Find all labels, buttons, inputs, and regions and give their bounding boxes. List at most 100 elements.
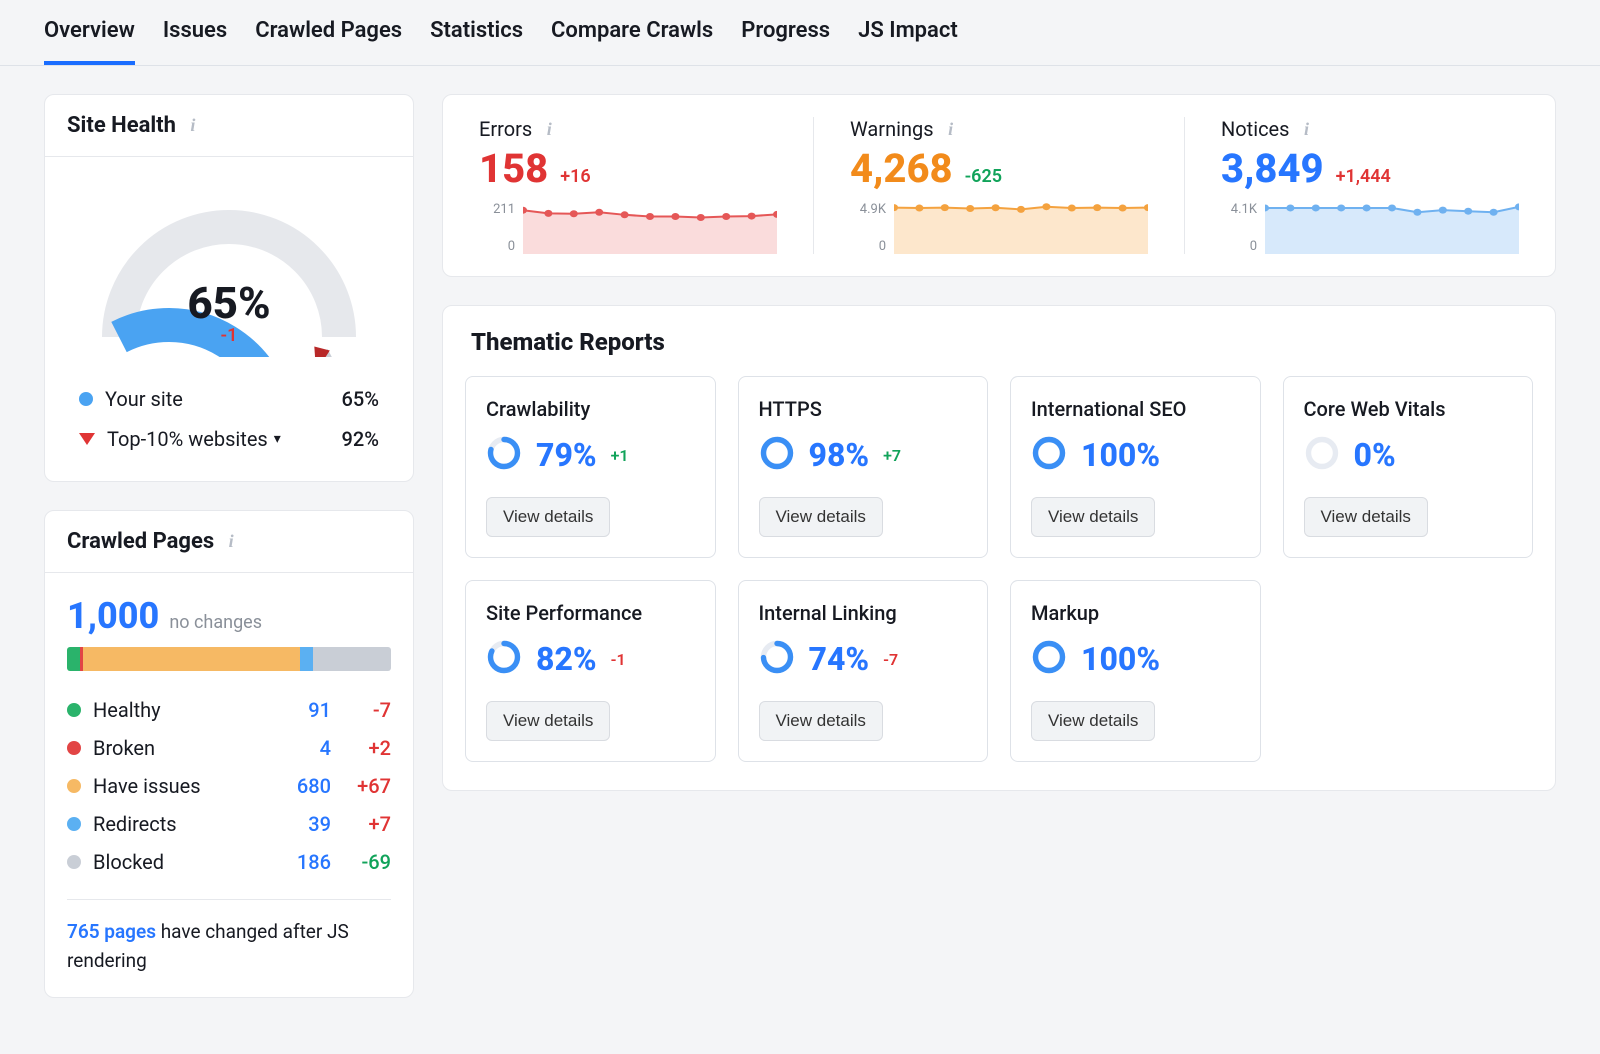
report-pct: 98% xyxy=(809,436,870,474)
info-icon[interactable]: i xyxy=(222,533,240,551)
sparkline: 2110 xyxy=(479,202,777,254)
view-details-button[interactable]: View details xyxy=(1031,701,1155,741)
report-pct: 74% xyxy=(809,640,870,678)
donut-icon xyxy=(1031,639,1067,679)
dot-icon xyxy=(67,703,81,717)
dot-icon xyxy=(79,392,93,406)
site-health-card: Site Health i 65% -1 xyxy=(44,94,414,482)
info-icon[interactable]: i xyxy=(1297,120,1315,138)
summary-delta: +1,444 xyxy=(1336,166,1391,187)
bar-segment-blocked[interactable] xyxy=(313,647,391,671)
report-title: Site Performance xyxy=(486,601,695,625)
bar-segment-healthy[interactable] xyxy=(67,647,80,671)
tab-compare-crawls[interactable]: Compare Crawls xyxy=(551,18,713,65)
legend-value: 92% xyxy=(342,427,379,451)
sparkline: 4.1K0 xyxy=(1221,202,1519,254)
summary-notices[interactable]: Notices i 3,849 +1,444 4.1K0 xyxy=(1185,117,1555,254)
bar-segment-have_issues[interactable] xyxy=(83,647,300,671)
info-icon[interactable]: i xyxy=(942,120,960,138)
crawled-row-blocked[interactable]: Blocked 186 -69 xyxy=(67,843,391,881)
site-health-title: Site Health xyxy=(67,113,176,138)
tab-progress[interactable]: Progress xyxy=(741,18,830,65)
crawled-count[interactable]: 1,000 xyxy=(67,595,159,637)
sparkline: 4.9K0 xyxy=(850,202,1148,254)
crawled-distribution-bar[interactable] xyxy=(67,647,391,671)
divider xyxy=(67,899,391,900)
thematic-title: Thematic Reports xyxy=(443,306,1555,368)
tab-statistics[interactable]: Statistics xyxy=(430,18,523,65)
summary-title: Errors i xyxy=(479,117,777,141)
summary-delta: +16 xyxy=(560,166,590,187)
dot-icon xyxy=(67,779,81,793)
row-label: Broken xyxy=(93,736,271,760)
crawled-subtitle: no changes xyxy=(169,612,262,633)
view-details-button[interactable]: View details xyxy=(759,701,883,741)
view-details-button[interactable]: View details xyxy=(1304,497,1428,537)
tab-js-impact[interactable]: JS Impact xyxy=(858,18,958,65)
bar-segment-redirects[interactable] xyxy=(300,647,313,671)
legend-label: Your site xyxy=(105,387,183,411)
donut-icon xyxy=(486,435,522,475)
view-details-button[interactable]: View details xyxy=(486,701,610,741)
js-rendering-note[interactable]: 765 pages have changed after JS renderin… xyxy=(67,918,391,975)
crawled-pages-card: Crawled Pages i 1,000 no changes Healthy… xyxy=(44,510,414,998)
donut-icon xyxy=(759,435,795,475)
report-title: HTTPS xyxy=(759,397,968,421)
view-details-button[interactable]: View details xyxy=(759,497,883,537)
crawled-row-redirects[interactable]: Redirects 39 +7 xyxy=(67,805,391,843)
dot-icon xyxy=(67,855,81,869)
row-label: Redirects xyxy=(93,812,271,836)
report-title: International SEO xyxy=(1031,397,1240,421)
summary-value: 3,849 xyxy=(1221,145,1324,192)
crawled-row-broken[interactable]: Broken 4 +2 xyxy=(67,729,391,767)
donut-icon xyxy=(759,639,795,679)
report-title: Internal Linking xyxy=(759,601,968,625)
summary-value: 158 xyxy=(479,145,548,192)
donut-icon xyxy=(486,639,522,679)
js-note-count: 765 pages xyxy=(67,920,156,943)
report-delta: -7 xyxy=(883,650,898,669)
report-delta: +7 xyxy=(883,446,901,465)
view-details-button[interactable]: View details xyxy=(1031,497,1155,537)
site-health-delta: -1 xyxy=(89,325,369,346)
summary-card: Errors i 158 +16 2110 Warnings i 4,268 -… xyxy=(442,94,1556,277)
row-delta: -69 xyxy=(331,850,391,874)
report-pct: 100% xyxy=(1081,436,1160,474)
report-pct: 79% xyxy=(536,436,597,474)
summary-errors[interactable]: Errors i 158 +16 2110 xyxy=(443,117,814,254)
tab-overview[interactable]: Overview xyxy=(44,18,135,65)
legend-label: Top-10% websites xyxy=(107,427,268,451)
report-title: Crawlability xyxy=(486,397,695,421)
summary-value: 4,268 xyxy=(850,145,953,192)
info-icon[interactable]: i xyxy=(184,117,202,135)
report-international-seo: International SEO 100% View details xyxy=(1010,376,1261,558)
row-delta: +2 xyxy=(331,736,391,760)
summary-warnings[interactable]: Warnings i 4,268 -625 4.9K0 xyxy=(814,117,1185,254)
row-delta: +7 xyxy=(331,812,391,836)
crawled-row-healthy[interactable]: Healthy 91 -7 xyxy=(67,691,391,729)
report-title: Markup xyxy=(1031,601,1240,625)
report-delta: +1 xyxy=(611,446,629,465)
legend-top10[interactable]: Top-10% websites ▾ 92% xyxy=(79,419,379,459)
row-value: 680 xyxy=(271,774,331,798)
row-value: 91 xyxy=(271,698,331,722)
thematic-reports-card: Thematic Reports Crawlability 79% +1 Vie… xyxy=(442,305,1556,791)
view-details-button[interactable]: View details xyxy=(486,497,610,537)
summary-title: Warnings i xyxy=(850,117,1148,141)
report-delta: -1 xyxy=(611,650,626,669)
crawled-pages-header: Crawled Pages i xyxy=(45,511,413,573)
row-label: Healthy xyxy=(93,698,271,722)
row-value: 39 xyxy=(271,812,331,836)
report-pct: 0% xyxy=(1354,436,1396,474)
site-health-gauge: 65% -1 xyxy=(89,187,369,361)
summary-title: Notices i xyxy=(1221,117,1519,141)
report-https: HTTPS 98% +7 View details xyxy=(738,376,989,558)
tab-issues[interactable]: Issues xyxy=(163,18,227,65)
site-health-value: 65% xyxy=(89,277,369,329)
crawled-row-have-issues[interactable]: Have issues 680 +67 xyxy=(67,767,391,805)
tab-bar: Overview Issues Crawled Pages Statistics Com… xyxy=(0,0,1600,66)
legend-your-site[interactable]: Your site 65% xyxy=(79,379,379,419)
tab-crawled-pages[interactable]: Crawled Pages xyxy=(255,18,402,65)
row-value: 4 xyxy=(271,736,331,760)
info-icon[interactable]: i xyxy=(540,120,558,138)
